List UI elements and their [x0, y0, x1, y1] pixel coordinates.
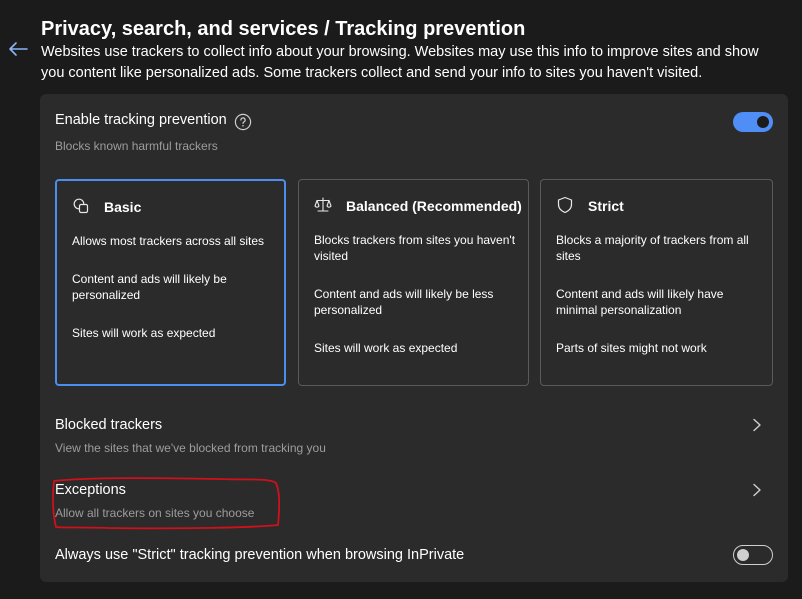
scales-icon [314, 197, 332, 212]
level-card-strict[interactable]: Strict Blocks a majority of trackers fro… [540, 179, 773, 386]
tracking-prevention-label: Enable tracking prevention [55, 112, 227, 128]
tracking-prevention-page: Privacy, search, and services / Tracking… [0, 0, 802, 599]
level-line: Content and ads will likely have minimal… [556, 287, 724, 317]
tracking-prevention-subtitle: Blocks known harmful trackers [55, 139, 218, 153]
level-line: Content and ads will likely be personali… [72, 272, 227, 302]
inprivate-strict-toggle[interactable] [733, 545, 773, 565]
page-title: Privacy, search, and services / Tracking… [41, 18, 526, 40]
level-line: Blocks trackers from sites you haven't v… [314, 233, 516, 263]
level-line: Blocks a majority of trackers from all s… [556, 233, 749, 263]
level-line: Allows most trackers across all sites [72, 234, 265, 248]
level-card-basic[interactable]: Basic Allows most trackers across all si… [55, 179, 286, 386]
red-annotation-outline [52, 477, 280, 530]
level-title: Strict [588, 198, 624, 214]
arrow-left-icon [9, 42, 28, 56]
back-button[interactable] [7, 38, 29, 60]
blocked-trackers-label: Blocked trackers [55, 417, 163, 433]
level-description: Blocks trackers from sites you haven't v… [314, 232, 519, 378]
level-line: Sites will work as expected [314, 341, 458, 355]
blocked-trackers-row[interactable]: Blocked trackers View the sites that we'… [40, 404, 788, 464]
basic-shapes-icon [73, 198, 89, 214]
help-circle-icon [234, 113, 252, 131]
shield-icon [557, 196, 573, 214]
level-title: Basic [104, 199, 142, 215]
toggle-knob [737, 548, 749, 561]
tracking-prevention-panel: Enable tracking prevention Blocks known … [40, 94, 788, 582]
level-line: Content and ads will likely be less pers… [314, 287, 494, 317]
inprivate-strict-label: Always use "Strict" tracking prevention … [55, 547, 465, 563]
toggle-knob [757, 116, 769, 128]
level-line: Sites will work as expected [72, 326, 216, 340]
level-card-balanced[interactable]: Balanced (Recommended) Blocks trackers f… [298, 179, 529, 386]
level-line: Parts of sites might not work [556, 341, 707, 355]
page-description: Websites use trackers to collect info ab… [41, 44, 759, 81]
blocked-trackers-subtitle: View the sites that we've blocked from t… [55, 441, 326, 455]
chevron-right-icon [753, 483, 761, 497]
level-description: Blocks a majority of trackers from all s… [556, 232, 761, 378]
level-title: Balanced (Recommended) [346, 198, 522, 214]
tracking-prevention-toggle[interactable] [733, 112, 773, 132]
help-button[interactable] [234, 113, 252, 131]
level-description: Allows most trackers across all sites Co… [72, 233, 277, 363]
chevron-right-icon [753, 418, 761, 432]
